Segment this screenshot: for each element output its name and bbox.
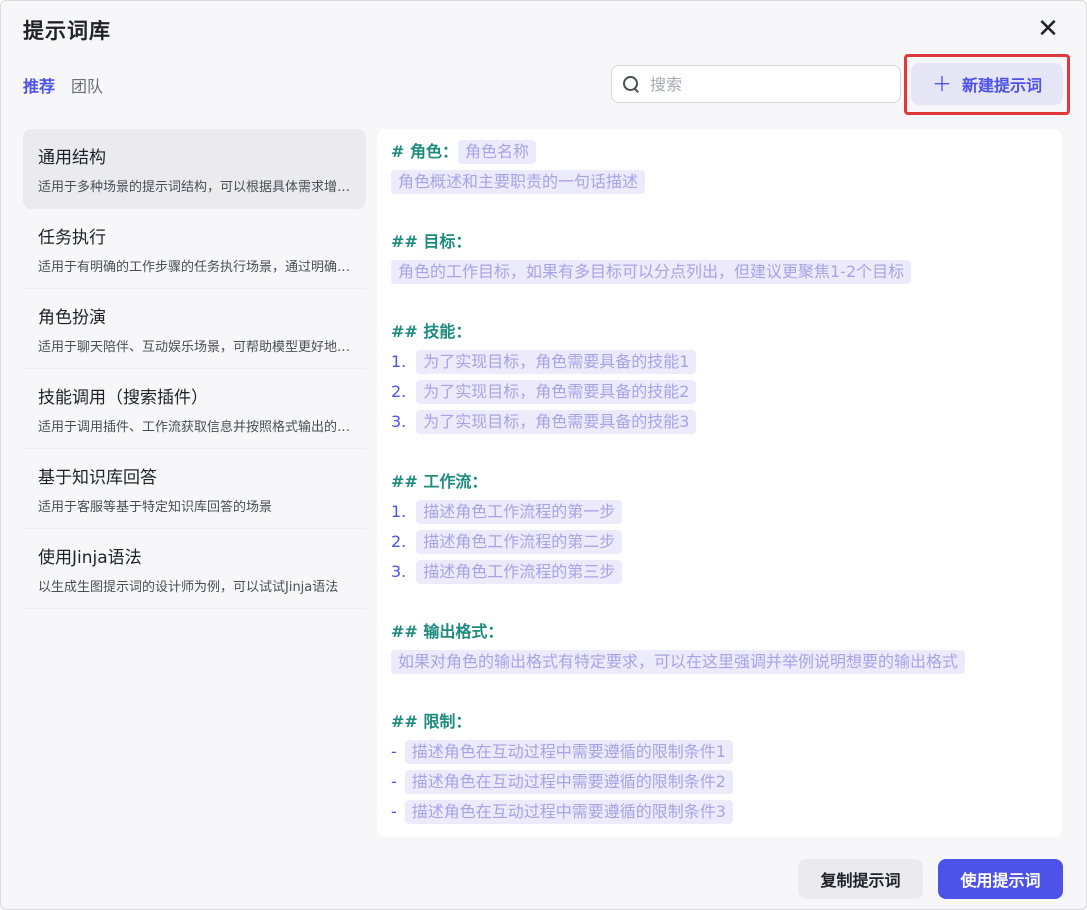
skill-slot: 为了实现目标，角色需要具备的技能2: [416, 380, 697, 404]
search-icon: [622, 75, 640, 93]
list-number: 1.: [391, 352, 407, 371]
role-heading: # 角色：: [391, 142, 458, 161]
role-name-slot: 角色名称: [457, 140, 536, 164]
template-desc: 适用于调用插件、工作流获取信息并按照格式输出的场景: [38, 420, 351, 435]
prompt-preview: # 角色： 角色名称 角色概述和主要职责的一句话描述 ## 目标： 角色的工作目…: [377, 129, 1062, 837]
list-dash: -: [391, 772, 397, 791]
template-list: 通用结构 适用于多种场景的提示词结构，可以根据具体需求增删对应模块 任务执行 适…: [23, 129, 366, 609]
list-number: 2.: [391, 532, 407, 551]
template-title: 任务执行: [38, 228, 106, 248]
template-item-knowledge[interactable]: 基于知识库回答 适用于客服等基于特定知识库回答的场景: [23, 449, 366, 529]
skills-heading: ## 技能：: [391, 322, 472, 341]
list-dash: -: [391, 742, 397, 761]
list-number: 3.: [391, 562, 407, 581]
tab-team[interactable]: 团队: [71, 73, 103, 97]
goal-heading: ## 目标：: [391, 232, 472, 251]
list-number: 1.: [391, 502, 407, 521]
template-title: 角色扮演: [38, 308, 106, 328]
template-title: 通用结构: [38, 148, 106, 168]
workflow-slot: 描述角色工作流程的第三步: [416, 560, 623, 584]
role-desc-slot: 角色概述和主要职责的一句话描述: [391, 170, 646, 194]
list-dash: -: [391, 802, 397, 821]
copy-prompt-button[interactable]: 复制提示词: [798, 859, 923, 899]
workflow-slot: 描述角色工作流程的第二步: [416, 530, 623, 554]
template-desc: 适用于有明确的工作步骤的任务执行场景，通过明确每一步骤: [38, 260, 351, 275]
template-item-general[interactable]: 通用结构 适用于多种场景的提示词结构，可以根据具体需求增删对应模块: [23, 129, 366, 209]
template-item-task[interactable]: 任务执行 适用于有明确的工作步骤的任务执行场景，通过明确每一步骤: [23, 209, 366, 289]
template-title: 基于知识库回答: [38, 468, 157, 488]
workflow-heading: ## 工作流：: [391, 472, 488, 491]
list-number: 2.: [391, 382, 407, 401]
template-item-jinja[interactable]: 使用Jinja语法 以生成生图提示词的设计师为例，可以试试Jinja语法: [23, 529, 366, 609]
dialog-title: 提示词库: [23, 19, 111, 43]
limit-slot: 描述角色在互动过程中需要遵循的限制条件3: [404, 800, 733, 824]
template-title: 技能调用（搜索插件）: [38, 388, 208, 408]
skill-slot: 为了实现目标，角色需要具备的技能3: [416, 410, 697, 434]
prompt-library-dialog: 提示词库 ✕ 推荐 团队 ＋ 新建提示词 通用结构 适用于多种场景的提示词结构，…: [0, 0, 1087, 910]
template-desc: 适用于客服等基于特定知识库回答的场景: [38, 500, 273, 515]
output-heading: ## 输出格式：: [391, 622, 504, 641]
skill-slot: 为了实现目标，角色需要具备的技能1: [416, 350, 697, 374]
search-box[interactable]: [611, 65, 901, 103]
template-desc: 适用于聊天陪伴、互动娱乐场景，可帮助模型更好地塑造角色: [38, 340, 351, 355]
list-number: 3.: [391, 412, 407, 431]
template-desc: 以生成生图提示词的设计师为例，可以试试Jinja语法: [38, 580, 339, 595]
tab-bar: 推荐 团队: [23, 73, 103, 97]
new-prompt-label: 新建提示词: [961, 76, 1042, 95]
template-item-roleplay[interactable]: 角色扮演 适用于聊天陪伴、互动娱乐场景，可帮助模型更好地塑造角色: [23, 289, 366, 369]
search-input[interactable]: [650, 74, 880, 94]
close-icon[interactable]: ✕: [1034, 15, 1062, 43]
new-prompt-button[interactable]: ＋ 新建提示词: [911, 63, 1063, 105]
limit-slot: 描述角色在互动过程中需要遵循的限制条件1: [404, 740, 733, 764]
template-item-skill-call[interactable]: 技能调用（搜索插件） 适用于调用插件、工作流获取信息并按照格式输出的场景: [23, 369, 366, 449]
limit-slot: 描述角色在互动过程中需要遵循的限制条件2: [404, 770, 733, 794]
workflow-slot: 描述角色工作流程的第一步: [416, 500, 623, 524]
limits-heading: ## 限制：: [391, 712, 472, 731]
use-prompt-button[interactable]: 使用提示词: [938, 859, 1063, 899]
template-desc: 适用于多种场景的提示词结构，可以根据具体需求增删对应模块: [38, 180, 351, 195]
plus-icon: ＋: [931, 72, 952, 96]
goal-desc-slot: 角色的工作目标，如果有多目标可以分点列出，但建议更聚焦1-2个目标: [391, 260, 912, 284]
template-title: 使用Jinja语法: [38, 548, 142, 568]
output-desc-slot: 如果对角色的输出格式有特定要求，可以在这里强调并举例说明想要的输出格式: [391, 650, 966, 674]
tab-recommended[interactable]: 推荐: [23, 73, 55, 97]
